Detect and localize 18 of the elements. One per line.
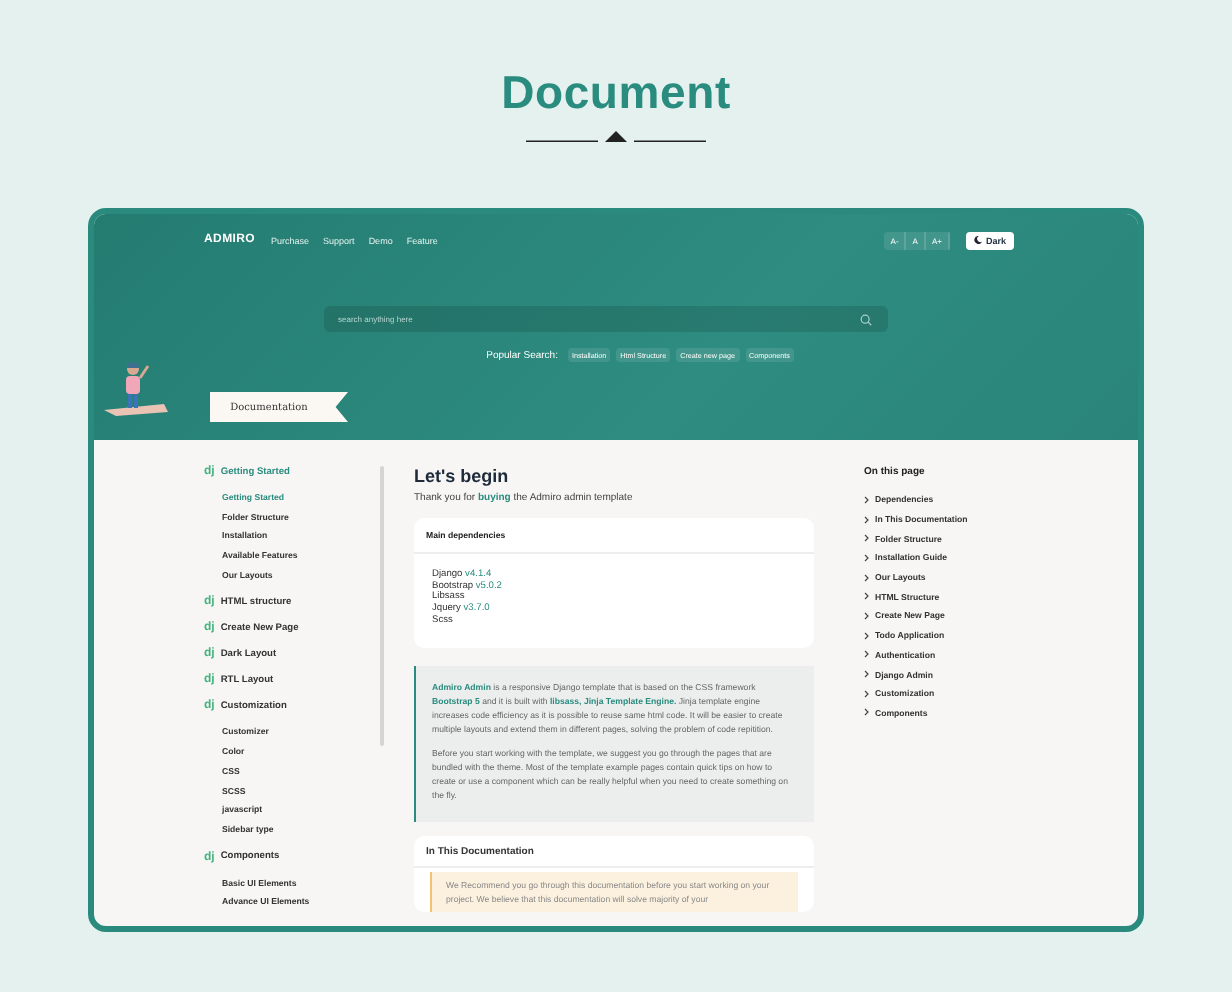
chevron-right-icon — [864, 515, 869, 524]
chevron-right-icon — [864, 631, 869, 640]
chevron-right-icon — [864, 611, 869, 620]
chevron-right-icon — [864, 573, 869, 582]
chevron-right-icon — [864, 495, 869, 504]
chevron-right-icon — [864, 670, 869, 679]
chevron-right-icon — [864, 708, 869, 717]
chevron-right-icon — [864, 592, 869, 601]
search-icon[interactable] — [860, 313, 872, 325]
moon-icon — [973, 236, 982, 244]
page-title: Document — [501, 66, 731, 120]
chevron-right-icon — [864, 689, 869, 698]
chevron-right-icon — [864, 553, 869, 562]
chevron-right-icon — [864, 534, 869, 543]
page-heading: Let's begin — [414, 466, 511, 488]
chevron-right-icon — [864, 650, 869, 659]
scrollbar[interactable] — [380, 466, 384, 746]
title-divider-icon — [525, 131, 706, 142]
